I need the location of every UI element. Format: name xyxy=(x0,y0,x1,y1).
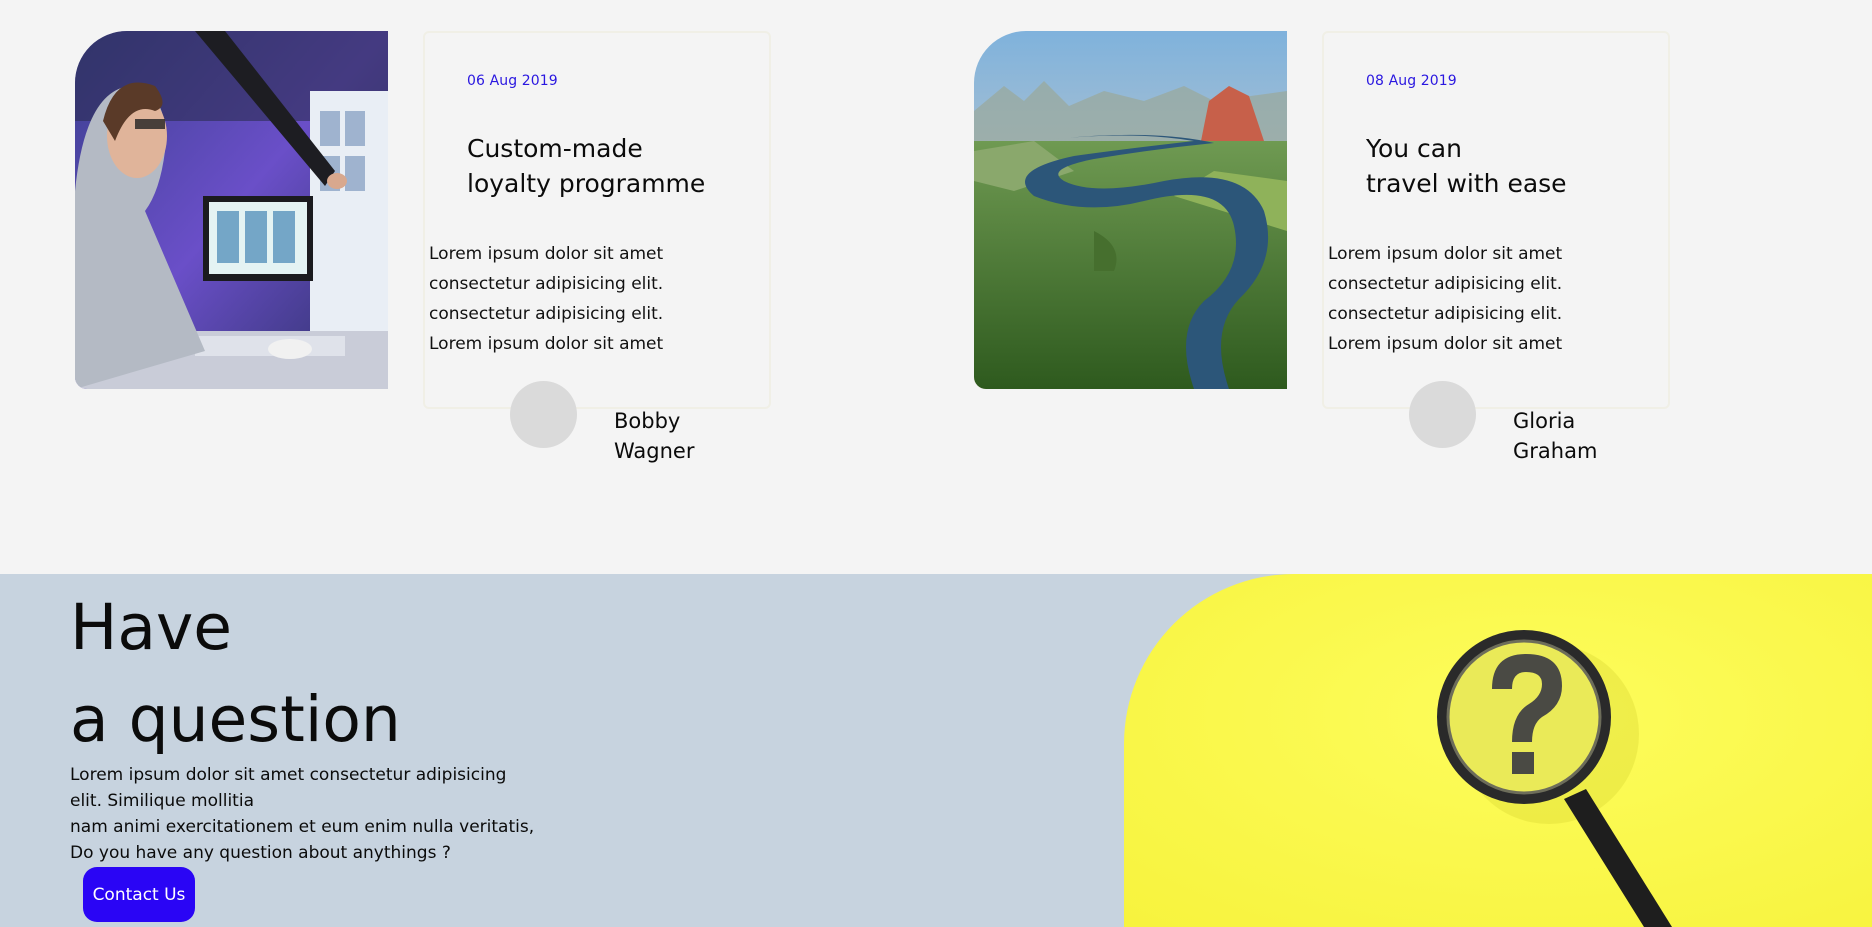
author-name: Gloria Graham xyxy=(1513,406,1653,466)
question-text-line: Do you have any question about anythings… xyxy=(70,843,451,863)
excerpt-line: consectetur adipisicing elit. xyxy=(429,304,664,324)
excerpt-line: consectetur adipisicing elit. xyxy=(429,274,664,294)
question-heading-line: a question xyxy=(70,683,401,756)
excerpt-line: Lorem ipsum dolor sit amet xyxy=(429,334,664,354)
question-heading-line: Have xyxy=(70,591,233,664)
post-title-line: travel with ease xyxy=(1366,169,1567,198)
question-section: Have a question Lorem ipsum dolor sit am… xyxy=(0,574,1872,927)
contact-us-button[interactable]: Contact Us xyxy=(83,867,195,922)
post-excerpt: Lorem ipsum dolor sit amet consectetur a… xyxy=(429,239,709,359)
post-date: 06 Aug 2019 xyxy=(467,73,558,89)
avatar xyxy=(510,381,577,448)
post-card[interactable]: 08 Aug 2019 You can travel with ease Lor… xyxy=(1322,31,1670,409)
magnifying-glass-question-icon xyxy=(1124,574,1872,927)
river-landscape-photo xyxy=(974,31,1287,389)
post-image-developer[interactable] xyxy=(75,31,388,389)
excerpt-line: Lorem ipsum dolor sit amet xyxy=(1328,244,1563,264)
post-excerpt: Lorem ipsum dolor sit amet consectetur a… xyxy=(1328,239,1608,359)
blog-section: 06 Aug 2019 Custom-made loyalty programm… xyxy=(0,0,1872,574)
excerpt-line: consectetur adipisicing elit. xyxy=(1328,274,1563,294)
post-title-line: Custom-made xyxy=(467,134,643,163)
post-date: 08 Aug 2019 xyxy=(1366,73,1457,89)
question-heading: Have a question xyxy=(70,582,401,766)
author-first-name: Bobby xyxy=(614,409,681,433)
author-name: Bobby Wagner xyxy=(614,406,754,466)
post-title-line: loyalty programme xyxy=(467,169,706,198)
post-title[interactable]: Custom-made loyalty programme xyxy=(467,131,757,201)
post-title-line: You can xyxy=(1366,134,1462,163)
author-last-name: Wagner xyxy=(614,439,695,463)
question-text-line: Lorem ipsum dolor sit amet consectetur a… xyxy=(70,765,507,785)
post-title[interactable]: You can travel with ease xyxy=(1366,131,1656,201)
author-first-name: Gloria xyxy=(1513,409,1576,433)
excerpt-line: Lorem ipsum dolor sit amet xyxy=(429,244,664,264)
question-image xyxy=(1124,574,1872,927)
post-card[interactable]: 06 Aug 2019 Custom-made loyalty programm… xyxy=(423,31,771,409)
post-image-river[interactable] xyxy=(974,31,1287,389)
excerpt-line: consectetur adipisicing elit. xyxy=(1328,304,1563,324)
page: 06 Aug 2019 Custom-made loyalty programm… xyxy=(0,0,1872,927)
question-description: Lorem ipsum dolor sit amet consectetur a… xyxy=(70,762,570,866)
author-last-name: Graham xyxy=(1513,439,1598,463)
question-text-line: nam animi exercitationem et eum enim nul… xyxy=(70,817,535,837)
developer-photo xyxy=(75,31,388,389)
avatar xyxy=(1409,381,1476,448)
excerpt-line: Lorem ipsum dolor sit amet xyxy=(1328,334,1563,354)
question-text-line: elit. Similique mollitia xyxy=(70,791,254,811)
